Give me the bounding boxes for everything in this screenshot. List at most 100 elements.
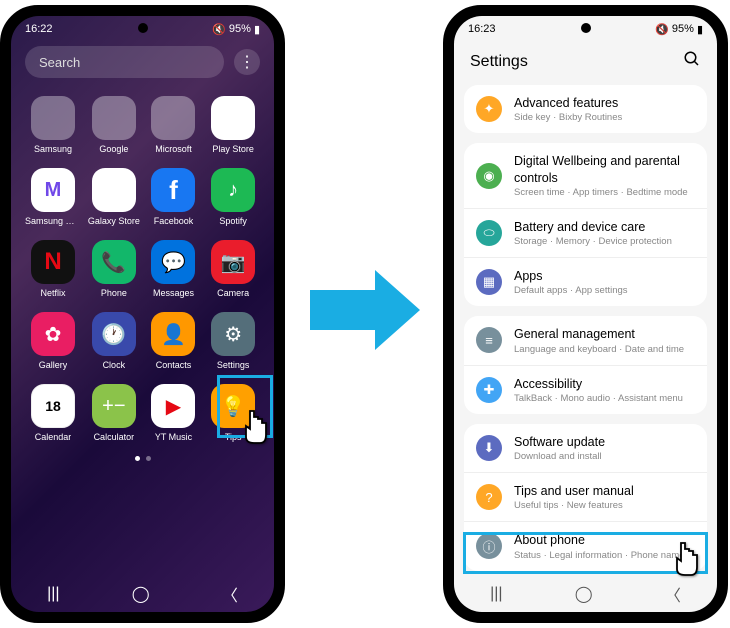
- app-clock[interactable]: 🕐Clock: [87, 312, 141, 370]
- app-label: Messages: [153, 288, 194, 298]
- front-camera: [581, 23, 591, 33]
- settings-group: ✦Advanced featuresSide key · Bixby Routi…: [464, 85, 707, 133]
- page-dot[interactable]: [135, 456, 140, 461]
- back-button[interactable]: 〈: [665, 582, 681, 606]
- app-gallery[interactable]: ✿ Gallery: [25, 312, 81, 370]
- item-title: Digital Wellbeing and parental controls: [514, 153, 695, 186]
- item-text: Advanced featuresSide key · Bixby Routin…: [514, 95, 695, 123]
- home-button[interactable]: ◯: [575, 584, 593, 604]
- app-icon: 💡: [211, 384, 255, 428]
- search-input[interactable]: Search: [25, 46, 224, 78]
- front-camera: [138, 23, 148, 33]
- app-settings[interactable]: ⚙ Settings: [206, 312, 260, 370]
- recents-button[interactable]: |||: [47, 585, 59, 603]
- app-icon: M: [31, 168, 75, 212]
- home-button[interactable]: ◯: [132, 584, 150, 604]
- item-title: Apps: [514, 268, 695, 284]
- settings-item-icon: ?: [476, 484, 502, 510]
- item-title: Accessibility: [514, 376, 695, 392]
- screen: 16:23 🔇 95% ▮ Settings ✦Advanced feature…: [454, 16, 717, 612]
- app-icon: [92, 96, 136, 140]
- app-samsung-members[interactable]: MSamsung Members: [25, 168, 81, 226]
- settings-item-apps[interactable]: ▦ AppsDefault apps · App settings: [464, 258, 707, 306]
- recents-button[interactable]: |||: [490, 585, 502, 603]
- app-phone[interactable]: 📞 Phone: [87, 240, 141, 298]
- nav-bar: ||| ◯ 〈: [11, 576, 274, 612]
- app-icon: ✿: [31, 312, 75, 356]
- app-play-store[interactable]: ▶Play Store: [206, 96, 260, 154]
- item-subtitle: Default apps · App settings: [514, 285, 695, 296]
- page-indicator: [11, 452, 274, 463]
- app-facebook[interactable]: f Facebook: [147, 168, 201, 226]
- settings-item-advanced-features[interactable]: ✦Advanced featuresSide key · Bixby Routi…: [464, 85, 707, 133]
- app-icon: ⚙: [211, 312, 255, 356]
- app-calendar[interactable]: 18Calendar: [25, 384, 81, 442]
- item-text: Tips and user manualUseful tips · New fe…: [514, 483, 695, 511]
- settings-item-general-management[interactable]: ≡General managementLanguage and keyboard…: [464, 316, 707, 365]
- app-spotify[interactable]: ♪Spotify: [206, 168, 260, 226]
- status-right: 🔇 95% ▮: [212, 23, 260, 36]
- settings-item-tips-and-user-manual[interactable]: ? Tips and user manualUseful tips · New f…: [464, 473, 707, 522]
- mute-icon: 🔇: [655, 23, 669, 36]
- settings-item-icon: ⬭: [476, 220, 502, 246]
- app-google[interactable]: Google: [87, 96, 141, 154]
- search-icon[interactable]: [683, 50, 701, 73]
- app-label: Settings: [217, 360, 250, 370]
- settings-item-icon: ▦: [476, 269, 502, 295]
- settings-item-accessibility[interactable]: ✚ AccessibilityTalkBack · Mono audio · As…: [464, 366, 707, 414]
- app-label: Calculator: [94, 432, 135, 442]
- app-icon: ▶: [151, 384, 195, 428]
- item-title: Advanced features: [514, 95, 695, 111]
- settings-item-software-update[interactable]: ⬇Software updateDownload and install: [464, 424, 707, 473]
- app-grid: SamsungGoogleMicrosoft▶Play Store MSamsun…: [11, 86, 274, 452]
- app-netflix[interactable]: NNetflix: [25, 240, 81, 298]
- app-samsung[interactable]: Samsung: [25, 96, 81, 154]
- app-icon: ▶: [211, 96, 255, 140]
- app-label: YT Music: [155, 432, 192, 442]
- app-label: Phone: [101, 288, 127, 298]
- item-subtitle: Language and keyboard · Date and time: [514, 344, 695, 355]
- battery-icon: ▮: [697, 23, 703, 36]
- app-label: Contacts: [156, 360, 192, 370]
- item-text: Battery and device careStorage · Memory …: [514, 219, 695, 247]
- nav-bar: ||| ◯ 〈: [454, 576, 717, 612]
- app-icon: 📞: [92, 240, 136, 284]
- app-icon: +−: [92, 384, 136, 428]
- settings-item-battery-and-device-care[interactable]: ⬭ Battery and device careStorage · Memory…: [464, 209, 707, 258]
- item-subtitle: TalkBack · Mono audio · Assistant menu: [514, 393, 695, 404]
- settings-item-digital-wellbeing-and-parental-controls[interactable]: ◉Digital Wellbeing and parental controls…: [464, 143, 707, 209]
- app-icon: f: [151, 168, 195, 212]
- app-icon: 18: [31, 384, 75, 428]
- item-text: General managementLanguage and keyboard …: [514, 326, 695, 354]
- app-microsoft[interactable]: Microsoft: [147, 96, 201, 154]
- app-icon: 👤: [151, 312, 195, 356]
- settings-item-icon: ✚: [476, 377, 502, 403]
- app-contacts[interactable]: 👤 Contacts: [147, 312, 201, 370]
- settings-item-icon: ⓘ: [476, 533, 502, 559]
- back-button[interactable]: 〈: [222, 582, 238, 606]
- app-yt-music[interactable]: ▶ YT Music: [147, 384, 201, 442]
- item-subtitle: Status · Legal information · Phone name: [514, 550, 695, 561]
- app-icon: N: [31, 240, 75, 284]
- app-camera[interactable]: 📷Camera: [206, 240, 260, 298]
- settings-item-about-phone[interactable]: ⓘ About phone Status · Legal information ·…: [464, 522, 707, 570]
- item-title: Battery and device care: [514, 219, 695, 235]
- app-calculator[interactable]: +− Calculator: [87, 384, 141, 442]
- app-label: Gallery: [39, 360, 68, 370]
- item-title: About phone: [514, 532, 695, 548]
- item-text: AccessibilityTalkBack · Mono audio · Ass…: [514, 376, 695, 404]
- more-button[interactable]: ⋮: [234, 49, 260, 75]
- search-row: Search ⋮: [11, 42, 274, 86]
- app-messages[interactable]: 💬Messages: [147, 240, 201, 298]
- phone-settings-screen: 16:23 🔇 95% ▮ Settings ✦Advanced feature…: [443, 5, 728, 623]
- app-label: Facebook: [154, 216, 194, 226]
- app-tips[interactable]: 💡Tips: [206, 384, 260, 442]
- app-label: Galaxy Store: [88, 216, 140, 226]
- app-icon: ♪: [211, 168, 255, 212]
- app-icon: 🛍: [92, 168, 136, 212]
- settings-list[interactable]: ✦Advanced featuresSide key · Bixby Routi…: [454, 85, 717, 571]
- page-dot[interactable]: [146, 456, 151, 461]
- clock-text: 16:22: [25, 23, 53, 35]
- item-subtitle: Side key · Bixby Routines: [514, 112, 695, 123]
- app-galaxy-store[interactable]: 🛍 Galaxy Store: [87, 168, 141, 226]
